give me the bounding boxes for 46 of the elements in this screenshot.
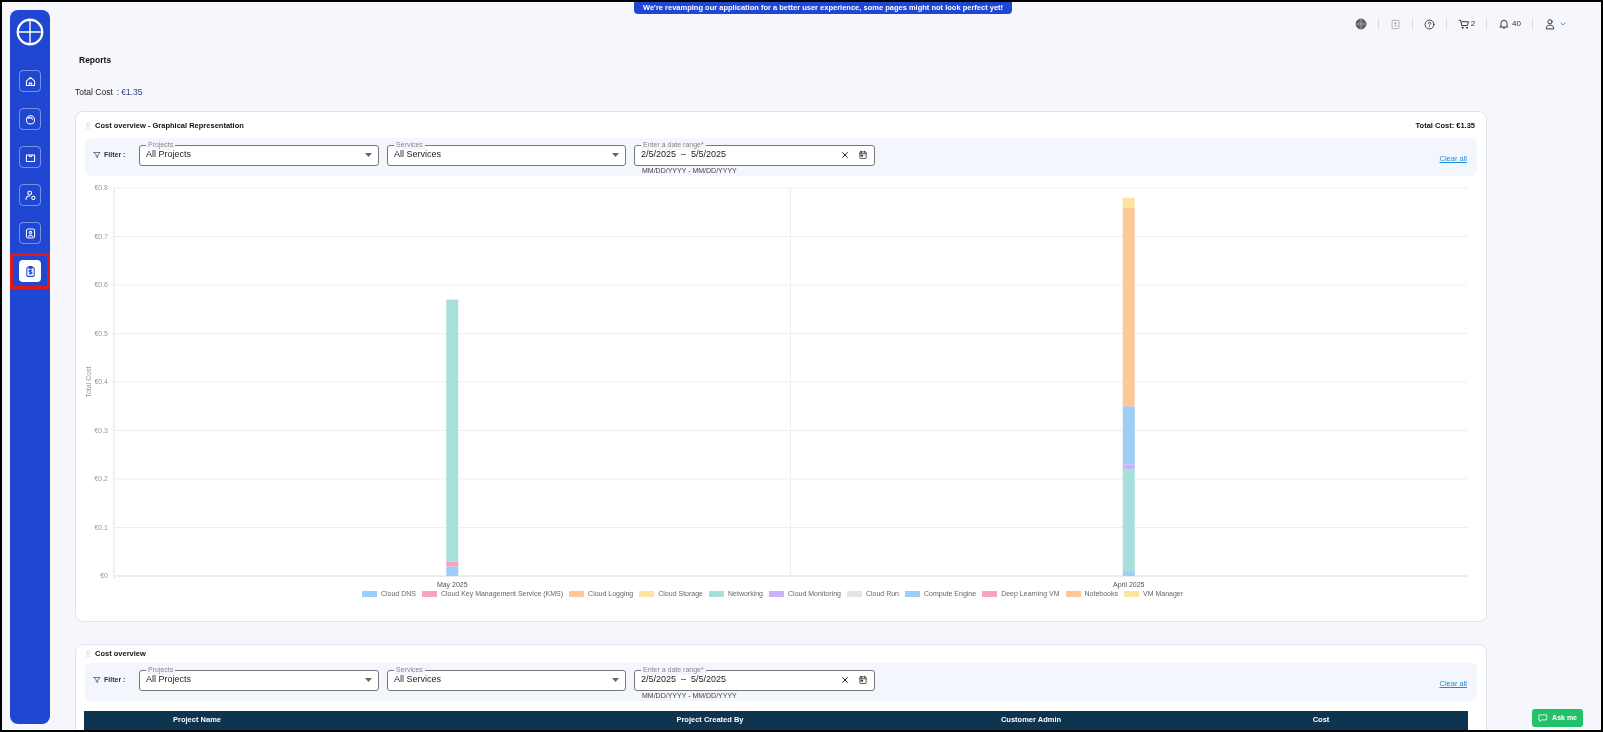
user-icon: [1544, 18, 1556, 30]
chat-icon: [1538, 713, 1549, 723]
bookmark-icon: [1389, 18, 1401, 30]
calendar-icon: [858, 150, 868, 160]
filter-icon: [93, 675, 101, 684]
dropdown-caret-icon: [612, 153, 619, 157]
field-value: All Projects: [146, 149, 191, 162]
range-separator: –: [681, 149, 687, 162]
range-separator: –: [681, 674, 687, 687]
field-value: All Projects: [146, 674, 191, 687]
dropdown-caret-icon: [365, 153, 372, 157]
total-cost-value: €1.35: [121, 85, 143, 99]
separator-text: :: [116, 85, 120, 99]
end-date: 5/5/2025: [691, 149, 727, 162]
clipboard-icon: [23, 264, 37, 278]
chevron-down-icon: [1559, 20, 1567, 28]
sidebar-item[interactable]: [19, 70, 41, 92]
logo-icon: [16, 18, 44, 46]
person-icon: [23, 188, 37, 202]
field-value: All Services: [394, 148, 441, 162]
start-date: 2/5/2025: [641, 148, 677, 162]
user-menu[interactable]: [1544, 18, 1567, 30]
badge-icon: [23, 226, 37, 240]
dropdown-caret-icon: [365, 678, 372, 682]
total-cost-label: Total Cost: [75, 85, 113, 99]
end-date: 5/5/2025: [691, 674, 727, 687]
filter-icon: [93, 150, 101, 159]
sidebar-item[interactable]: [19, 222, 41, 244]
sidebar-item[interactable]: [19, 108, 41, 130]
start-date: 2/5/2025: [641, 673, 677, 687]
notification-count: 40: [1512, 18, 1521, 30]
home-icon: [23, 74, 37, 88]
bell-icon: [1498, 18, 1511, 30]
sidebar-item[interactable]: [19, 260, 41, 282]
dropdown-caret-icon: [612, 678, 619, 682]
field-value: All Services: [394, 673, 441, 687]
cart-icon: [1457, 18, 1470, 30]
sidebar-item[interactable]: [19, 184, 41, 206]
help-icon: [1423, 18, 1435, 30]
close-icon: [840, 675, 850, 685]
close-icon: [840, 150, 850, 160]
sidebar-item[interactable]: [19, 146, 41, 168]
page-title: Reports: [78, 54, 113, 67]
cart-count: 2: [1470, 18, 1476, 30]
calendar-icon: [858, 675, 868, 685]
globe-icon: [1354, 18, 1367, 30]
